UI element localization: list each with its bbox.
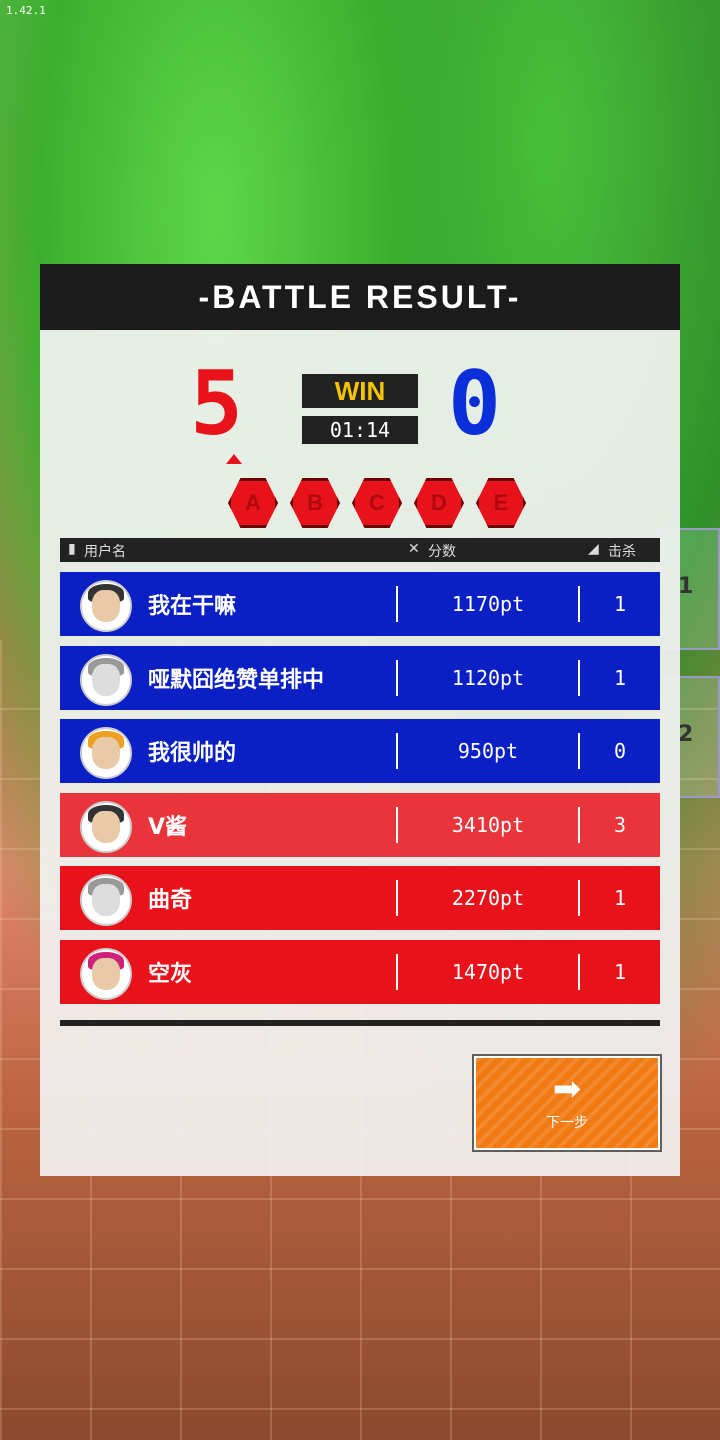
team-indicator-icon	[226, 454, 242, 464]
avatar	[80, 947, 132, 1000]
row-divider	[396, 953, 398, 990]
player-name: 我在干嘛	[148, 594, 237, 619]
panel-title: -BATTLE RESULT-	[198, 278, 522, 315]
player-name: 曲奇	[148, 888, 193, 913]
row-divider	[396, 806, 398, 843]
avatar	[80, 874, 132, 926]
arrow-right-icon: ➡	[552, 1069, 582, 1109]
round-marker: A	[228, 478, 278, 528]
player-points: 1470pt	[451, 959, 525, 984]
table-row[interactable]: 我在干嘛 1170pt 1	[60, 572, 660, 636]
row-divider	[396, 733, 398, 769]
avatar	[80, 727, 132, 779]
avatar	[80, 800, 132, 853]
player-name: 空灰	[148, 961, 193, 987]
panel-header: -BATTLE RESULT-	[40, 264, 680, 330]
col-name: 用户名	[84, 544, 126, 560]
blue-team-score: 0	[448, 352, 501, 455]
table-row[interactable]: V酱 3410pt 3	[60, 792, 660, 857]
avatar	[80, 653, 132, 706]
round-marker: E	[476, 478, 526, 528]
player-points: 950pt	[457, 739, 519, 763]
avatar	[80, 580, 132, 632]
round-marker: C	[352, 478, 402, 528]
table-footer-bar	[60, 1020, 660, 1026]
row-divider	[396, 880, 398, 916]
red-team-score: 5	[190, 352, 243, 455]
round-marker: D	[414, 478, 464, 528]
table-row[interactable]: 哑默囧绝赞单排中 1120pt 1	[60, 645, 660, 710]
row-divider	[396, 659, 398, 696]
kill-icon: ◢	[588, 541, 599, 557]
player-points: 1120pt	[451, 665, 525, 690]
result-badge: WIN	[302, 374, 418, 408]
player-name: 哑默囧绝赞单排中	[148, 667, 325, 693]
player-points: 1170pt	[451, 592, 525, 616]
version-label: 1.42.1	[6, 4, 46, 17]
player-kills: 1	[613, 886, 627, 910]
row-divider	[396, 586, 398, 622]
player-points: 2270pt	[451, 886, 525, 910]
battle-result-panel: -BATTLE RESULT- 5 WIN 01:14 0 A B C D E …	[40, 264, 680, 1176]
player-name: V酱	[148, 814, 188, 840]
table-row[interactable]: 空灰 1470pt 1	[60, 939, 660, 1004]
col-kills: 击杀	[608, 544, 636, 560]
player-name: 我很帅的	[148, 741, 237, 766]
col-score: 分数	[428, 544, 456, 560]
player-kills: 0	[613, 739, 627, 763]
player-kills: 3	[613, 812, 627, 837]
round-markers: A B C D E	[228, 478, 526, 528]
player-points: 3410pt	[451, 812, 525, 837]
table-row[interactable]: 我很帅的 950pt 0	[60, 719, 660, 783]
table-row[interactable]: 曲奇 2270pt 1	[60, 866, 660, 930]
next-step-label: 下一步	[546, 1115, 588, 1131]
user-icon: ▮	[68, 541, 76, 557]
table-header: ▮ 用户名 ✕ 分数 ◢ 击杀	[60, 538, 660, 562]
player-kills: 1	[613, 959, 627, 984]
next-step-button[interactable]: ➡ 下一步	[474, 1056, 660, 1150]
player-kills: 1	[613, 665, 627, 690]
player-list: 我在干嘛 1170pt 1 哑默囧绝赞单排中 1120pt 1 我很帅的 950…	[60, 572, 660, 1013]
match-time: 01:14	[302, 416, 418, 444]
score-icon: ✕	[408, 541, 420, 557]
round-marker: B	[290, 478, 340, 528]
player-kills: 1	[613, 592, 627, 616]
